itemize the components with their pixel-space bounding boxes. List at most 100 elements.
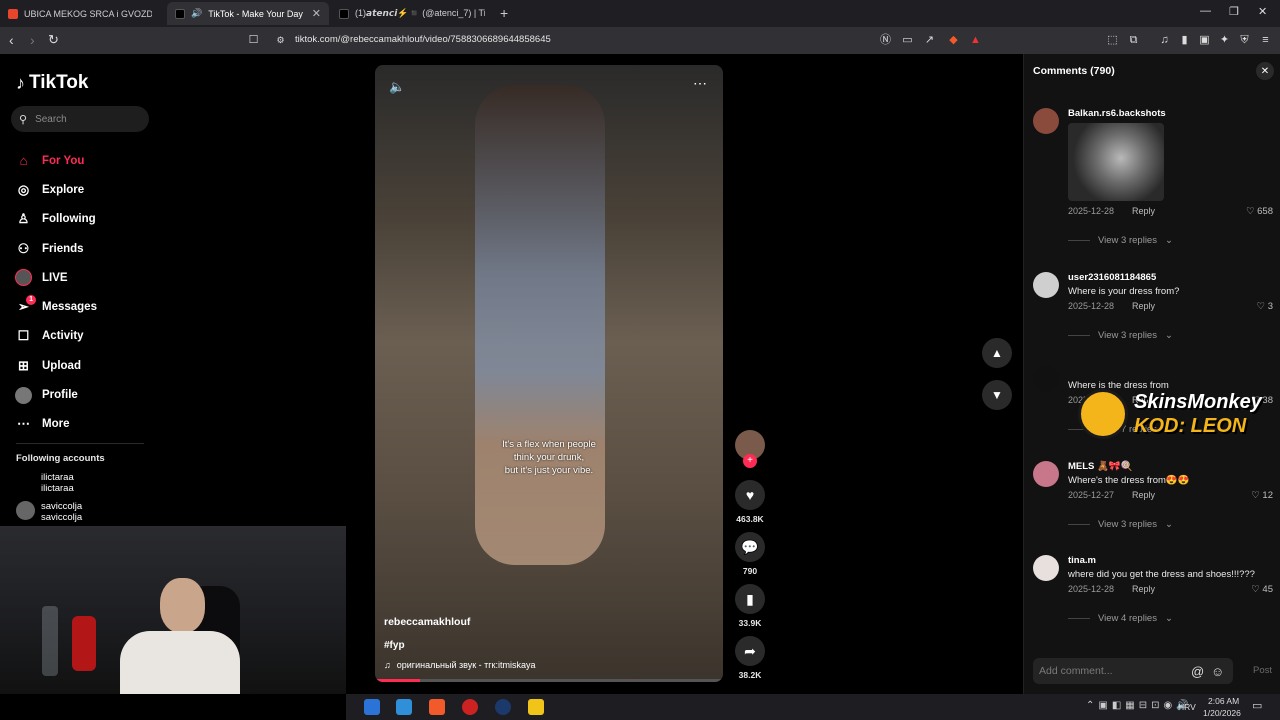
nav-more[interactable]: ⋯ More: [15, 410, 155, 439]
following-account[interactable]: saviccolja saviccolja: [16, 501, 82, 523]
windows-start-icon[interactable]: [364, 699, 380, 715]
following-account[interactable]: ilictaraa ilictaraa: [16, 472, 74, 494]
heart-outline-icon: ♡: [1245, 206, 1258, 217]
tab-atenci[interactable]: (1)𝙖𝙩𝙚𝙣𝙘𝙞⚡◾ (@atenci_7) | TikTok: [331, 2, 493, 25]
nav-explore[interactable]: ◎ Explore: [15, 175, 155, 204]
comment-user[interactable]: MELS 🧸🎀🍭: [1068, 461, 1133, 472]
nav-label: More: [42, 418, 70, 431]
minimize-icon[interactable]: —: [1200, 5, 1211, 17]
follow-plus-icon[interactable]: +: [743, 454, 757, 468]
emoji-icon[interactable]: ☺: [1211, 664, 1224, 679]
video-player[interactable]: 🔈 ⋯ It's a flex when people think your d…: [375, 65, 723, 682]
reload-icon[interactable]: ↻: [48, 32, 59, 48]
close-window-icon[interactable]: ✕: [1258, 5, 1267, 18]
wallet-icon[interactable]: ▣: [1198, 34, 1211, 47]
clock-time[interactable]: 2:06 AM: [1208, 696, 1239, 706]
bookmark-icon: ▮: [735, 584, 765, 614]
tab-tiktok-active[interactable]: 🔊 TikTok - Make Your Day ✕: [167, 2, 329, 25]
like-button[interactable]: ♥ 463.8K: [734, 480, 766, 524]
reply-button[interactable]: Reply: [1132, 301, 1155, 311]
view-replies-label: View 3 replies: [1098, 235, 1157, 246]
reply-button[interactable]: Reply: [1132, 584, 1155, 594]
view-replies-button[interactable]: View 4 replies ⌄: [1068, 613, 1173, 624]
reader-icon[interactable]: Ⓝ: [879, 34, 892, 47]
nav-label: Following: [42, 213, 96, 226]
share-count: 38.2K: [738, 670, 762, 680]
notification-icon[interactable]: ▭: [1252, 699, 1262, 712]
nav-for-you[interactable]: ⌂ For You: [15, 146, 155, 175]
menu-icon[interactable]: ≡: [1259, 34, 1272, 47]
close-comments-button[interactable]: ✕: [1256, 62, 1274, 80]
restore-icon[interactable]: ❐: [1229, 5, 1239, 18]
comment-likes[interactable]: ♡ 658: [1246, 206, 1273, 217]
new-tab-icon[interactable]: +: [500, 5, 508, 21]
language-indicator[interactable]: HRV: [1178, 702, 1196, 712]
sidebar-toggle-icon[interactable]: ▮: [1178, 34, 1191, 47]
close-tab-icon[interactable]: ✕: [312, 7, 321, 20]
progress-bar[interactable]: [375, 679, 723, 682]
back-icon[interactable]: ‹: [9, 32, 14, 48]
view-replies-button[interactable]: View 3 replies ⌄: [1068, 519, 1173, 530]
comment-meta: 2025-12-28 Reply: [1068, 206, 1155, 216]
mention-icon[interactable]: @: [1191, 664, 1204, 679]
previous-video-button[interactable]: ▲: [982, 338, 1012, 368]
share-icon[interactable]: ↗: [923, 34, 936, 47]
comment-user[interactable]: Balkan.rs6.backshots: [1068, 108, 1166, 119]
music-icon[interactable]: ♫: [1158, 34, 1171, 47]
url-field[interactable]: tiktok.com/@rebeccamakhlouf/video/758830…: [295, 34, 551, 45]
comment-button[interactable]: 💬 790: [734, 532, 766, 576]
nav-upload[interactable]: ⊞ Upload: [15, 351, 155, 380]
comment-user[interactable]: user2316081184865: [1068, 272, 1156, 283]
tiktok-logo[interactable]: ♪ TikTok: [16, 72, 88, 94]
nav-activity[interactable]: ☐ Activity: [15, 322, 155, 351]
nav-profile[interactable]: Profile: [15, 380, 155, 409]
next-video-button[interactable]: ▼: [982, 380, 1012, 410]
brave-shield-icon[interactable]: ◆: [947, 34, 960, 47]
view-replies-button[interactable]: View 3 replies ⌄: [1068, 235, 1173, 246]
main-nav: ⌂ For You ◎ Explore ♙ Following ⚇ Friends LI…: [15, 146, 155, 439]
nav-following[interactable]: ♙ Following: [15, 205, 155, 234]
clock-date[interactable]: 1/20/2026: [1203, 708, 1241, 718]
tray-icons[interactable]: ⌃▣◧▦⊟⊡◉🔊: [1086, 700, 1193, 711]
video-author[interactable]: rebeccamakhlouf: [384, 616, 470, 628]
post-button[interactable]: Post: [1253, 665, 1272, 676]
video-caption-line: but it's just your vibe.: [504, 465, 594, 476]
comment-image[interactable]: [1068, 123, 1164, 201]
bookmark-icon[interactable]: ☐: [247, 34, 260, 47]
video-sound[interactable]: ♫ оригинальный звук - тгк:itmiskaya: [384, 660, 535, 670]
forward-icon[interactable]: ›: [30, 32, 35, 48]
reply-button[interactable]: Reply: [1132, 206, 1155, 216]
steam-icon[interactable]: [495, 699, 511, 715]
extensions-icon[interactable]: ⬚: [1106, 34, 1119, 47]
obs-icon[interactable]: [462, 699, 478, 715]
nav-label: Friends: [42, 242, 84, 255]
nav-messages[interactable]: ➢ 1 Messages: [15, 292, 155, 321]
comment-likes[interactable]: ♡ 12: [1251, 490, 1273, 501]
add-comment-input[interactable]: Add comment... @ ☺: [1033, 658, 1233, 684]
screenshot-icon[interactable]: ⧉: [1127, 34, 1140, 47]
search-input[interactable]: ⚲ Search: [11, 106, 149, 132]
explorer-icon[interactable]: [396, 699, 412, 715]
site-info-icon[interactable]: ⚙: [274, 34, 287, 47]
comment-likes[interactable]: ♡ 45: [1251, 584, 1273, 595]
brave-icon[interactable]: [429, 699, 445, 715]
nav-live[interactable]: LIVE: [15, 263, 155, 292]
leo-ai-icon[interactable]: ✦: [1218, 34, 1231, 47]
app-icon[interactable]: [528, 699, 544, 715]
share-button[interactable]: ➦ 38.2K: [734, 636, 766, 680]
reply-button[interactable]: Reply: [1132, 490, 1155, 500]
author-avatar[interactable]: +: [734, 430, 766, 468]
mute-icon[interactable]: 🔈: [389, 79, 405, 95]
save-button[interactable]: ▮ 33.9K: [734, 584, 766, 628]
video-options-icon[interactable]: ⋯: [693, 75, 707, 92]
brave-rewards-icon[interactable]: ▲: [969, 34, 982, 47]
video-hashtag[interactable]: #fyp: [384, 640, 405, 651]
comment-likes[interactable]: ♡ 3: [1257, 301, 1273, 312]
vpn-icon[interactable]: ⛨: [1238, 34, 1251, 47]
comment-user[interactable]: tina.m: [1068, 555, 1096, 566]
cast-icon[interactable]: ▭: [901, 34, 914, 47]
like-count: 12: [1262, 490, 1273, 501]
view-replies-button[interactable]: View 3 replies ⌄: [1068, 330, 1173, 341]
tab-ubica[interactable]: UBICA MEKOG SRCA i GVOZDENE PE: [0, 2, 165, 25]
nav-friends[interactable]: ⚇ Friends: [15, 234, 155, 263]
